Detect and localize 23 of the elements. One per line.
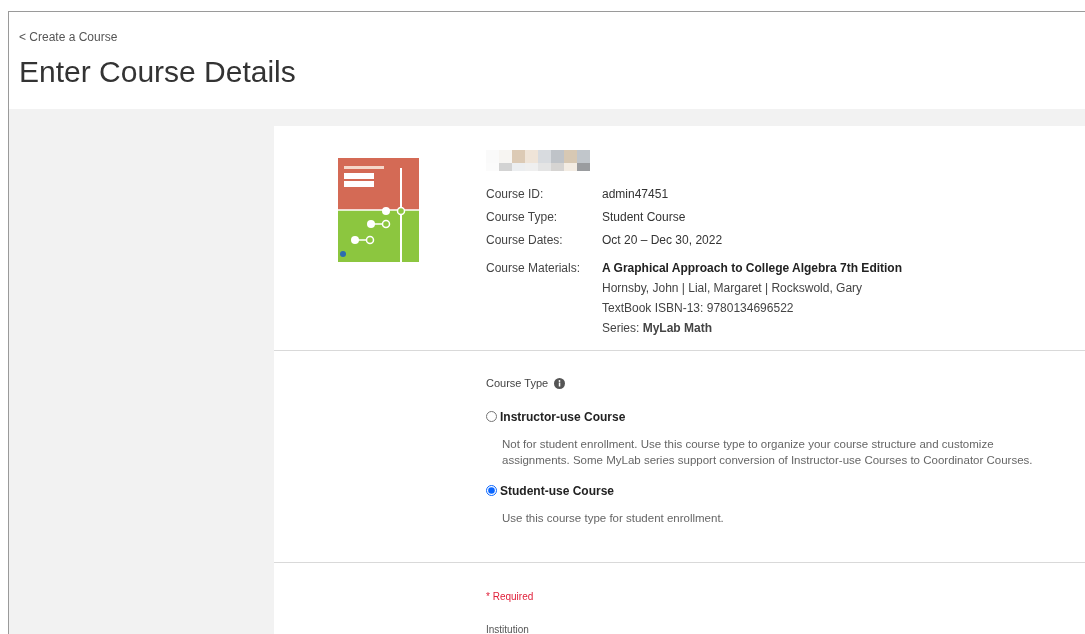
option-label[interactable]: Instructor-use Course: [500, 407, 626, 426]
field-value: admin47451: [602, 186, 669, 203]
radio-button[interactable]: [486, 411, 497, 422]
back-link[interactable]: < Create a Course: [19, 30, 118, 44]
option-label[interactable]: Student-use Course: [500, 481, 614, 500]
required-note: * Required: [486, 590, 535, 604]
option-description: Use this course type for student enrollment.: [501, 510, 725, 526]
field-label: Course Materials:: [486, 260, 582, 277]
material-isbn: TextBook ISBN-13: 9780134696522: [602, 300, 795, 317]
material-authors: Hornsby, John | Lial, Margaret | Rockswold, Gary: [602, 280, 864, 297]
field-value: Student Course: [602, 209, 686, 226]
material-title: A Graphical Approach to College Algebra 7th Edition: [602, 260, 903, 277]
info-icon: [554, 377, 566, 389]
field-label: Course Dates:: [486, 232, 564, 249]
material-series: Series: MyLab Math: [602, 320, 714, 337]
field-value: Oct 20 – Dec 30, 2022: [602, 232, 723, 249]
radio-button[interactable]: [486, 485, 497, 496]
institution-label: Institution: [486, 623, 530, 634]
section-label: Course Type: [486, 376, 549, 391]
page-title: Enter Course Details: [19, 54, 297, 90]
option-description: Not for student enrollment. Use this course type to organize your course structure and customize assignments. Some MyLab series support conversion of Instructor-use Courses to Coordinator Courses.: [501, 436, 1034, 468]
field-label: Course Type:: [486, 209, 559, 226]
field-label: Course ID:: [486, 186, 545, 203]
